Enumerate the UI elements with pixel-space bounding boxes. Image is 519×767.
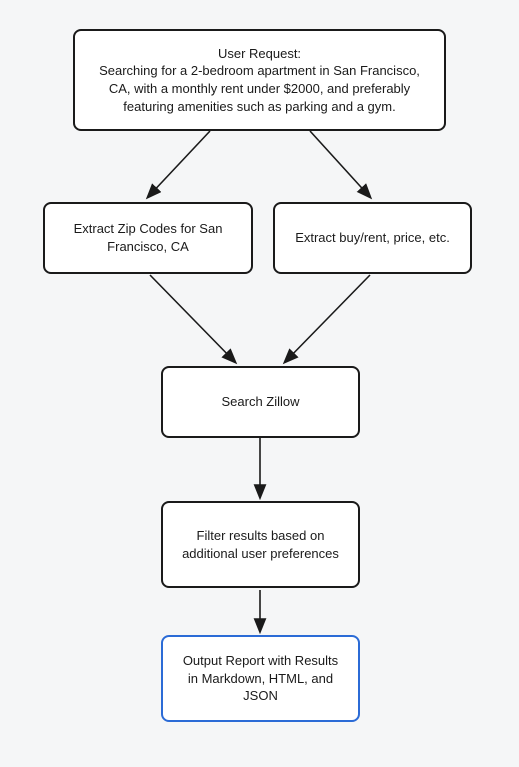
node-filter-results-text: Filter results based on additional user … bbox=[177, 527, 344, 562]
node-user-request-body: Searching for a 2-bedroom apartment in S… bbox=[89, 62, 430, 115]
node-user-request-title: User Request: bbox=[218, 45, 301, 63]
node-extract-params: Extract buy/rent, price, etc. bbox=[273, 202, 472, 274]
flowchart-canvas: User Request: Searching for a 2-bedroom … bbox=[0, 0, 519, 767]
node-output-report: Output Report with Results in Markdown, … bbox=[161, 635, 360, 722]
node-search-zillow: Search Zillow bbox=[161, 366, 360, 438]
node-filter-results: Filter results based on additional user … bbox=[161, 501, 360, 588]
node-extract-zip: Extract Zip Codes for San Francisco, CA bbox=[43, 202, 253, 274]
node-output-report-text: Output Report with Results in Markdown, … bbox=[177, 652, 344, 705]
node-extract-zip-text: Extract Zip Codes for San Francisco, CA bbox=[59, 220, 237, 255]
node-search-zillow-text: Search Zillow bbox=[221, 393, 299, 411]
node-extract-params-text: Extract buy/rent, price, etc. bbox=[295, 229, 450, 247]
node-user-request: User Request: Searching for a 2-bedroom … bbox=[73, 29, 446, 131]
